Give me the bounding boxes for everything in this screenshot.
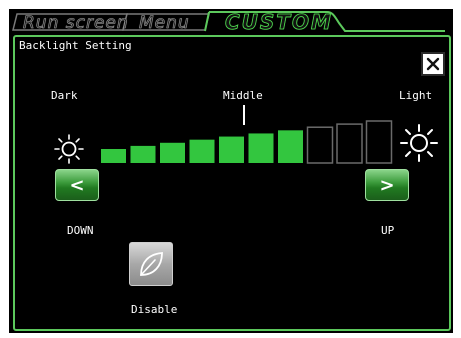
tab-run-screen[interactable]: Run screen — [23, 12, 129, 34]
bright-sun-icon — [400, 124, 438, 162]
level-bar — [365, 120, 393, 164]
down-label: DOWN — [67, 224, 94, 237]
chevron-left-icon: < — [69, 174, 85, 196]
level-bar — [278, 130, 303, 163]
backlight-panel: Backlight Setting Dark Middle Light < DO… — [13, 35, 451, 331]
up-label: UP — [381, 224, 395, 237]
down-button[interactable]: < — [55, 169, 99, 201]
disable-button[interactable] — [129, 242, 173, 286]
device-screen: Run screen Menu CUSTOM Backlight Setting… — [9, 9, 453, 333]
level-bar — [336, 123, 363, 164]
level-bar — [248, 133, 274, 163]
tab-menu[interactable]: Menu — [139, 12, 190, 34]
level-bar — [306, 126, 334, 164]
backlight-level-bars — [101, 120, 393, 164]
level-bar — [130, 145, 156, 163]
up-button[interactable]: > — [365, 169, 409, 201]
level-bar — [219, 136, 244, 163]
level-bar — [189, 139, 215, 163]
tab-custom[interactable]: CUSTOM — [225, 11, 333, 34]
level-bar — [101, 149, 126, 163]
level-bar — [160, 142, 185, 163]
chevron-right-icon: > — [379, 174, 395, 196]
leaf-icon — [140, 252, 163, 276]
disable-label: Disable — [131, 303, 178, 316]
